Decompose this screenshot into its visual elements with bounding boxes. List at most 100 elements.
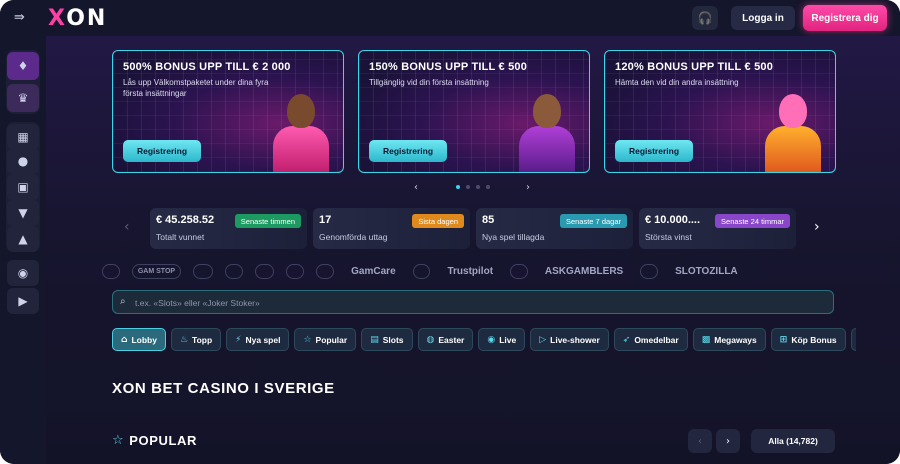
cart-icon[interactable]: ▼ [7,200,39,226]
tab-label: Nya spel [245,334,281,345]
tournament-icon[interactable]: ▲ [7,226,39,252]
promo-banner-2[interactable]: 150% BONUS UPP TILL € 500 Tillgänglig vi… [358,50,590,173]
megaways-icon: ▩ [701,334,711,345]
category-tabs: ⌂ Lobby ♨ Topp ⚡ Nya spel ☆ Popular ▤ Slots ◍… [112,328,856,352]
partner-badge [640,263,659,279]
stat-label: Nya spel tillagda [482,232,545,242]
stat-badge: Senaste timmen [234,214,301,228]
carousel-dot[interactable] [466,185,470,189]
tab-omedelbar[interactable]: ➶ Omedelbar [613,328,688,351]
star-icon: ☆ [303,334,312,345]
stat-value: € 45.258.52 [156,214,215,226]
character-image [269,94,333,172]
carousel-dots [456,185,490,189]
view-all-button[interactable]: Alla (14,782) [751,429,835,453]
banner-desc: Tillgänglig vid din första insättning [369,78,489,87]
google-play-icon[interactable]: ▶ [7,288,39,314]
main-content: 500% BONUS UPP TILL € 2 000 Lås upp Välk… [46,36,900,464]
register-button[interactable]: Registrera dig [803,5,887,31]
banner-register-button[interactable]: Registrering [615,140,693,162]
apple-icon[interactable]: ◉ [7,260,39,286]
tab-label: Topp [192,334,213,345]
section-next-button[interactable]: › [716,429,740,453]
headset-icon: 🎧 [697,11,713,25]
stat-label: Största vinst [645,232,692,242]
partner-badge [224,263,243,279]
partner-gamstop: GAM STOP [131,263,182,279]
promo-banner-1[interactable]: 500% BONUS UPP TILL € 2 000 Lås upp Välk… [112,50,344,173]
stat-badge: Senaste 24 timmar [715,214,790,228]
partner-badge [102,263,120,279]
fire-icon: ♨ [179,334,189,345]
character-image [515,94,579,172]
banner-register-button[interactable]: Registrering [123,140,201,162]
tab-slots[interactable]: ▤ Slots [361,328,413,351]
stat-label: Totalt vunnet [156,232,205,242]
app-frame: ⇛ XON 🎧 Logga in Registrera dig ♦ ♛ ▦ ● … [0,0,900,464]
section-prev-button[interactable]: ‹ [688,429,712,453]
tab-label: Popular [315,334,348,345]
carousel-next-icon[interactable]: › [526,182,530,193]
gift-icon[interactable]: ▣ [7,174,39,200]
home-icon: ⌂ [121,334,128,345]
login-button[interactable]: Logga in [731,6,795,30]
stats-next-icon[interactable]: › [814,219,820,235]
slots-icon: ▤ [370,334,379,345]
search-bar: ⌕ [112,290,834,314]
tab-kop-bonus[interactable]: ⊞ Köp Bonus [770,328,846,351]
tab-label: Köp Bonus [791,334,837,345]
promo-banner-3[interactable]: 120% BONUS UPP TILL € 500 Hämta den vid … [604,50,836,173]
stat-badge: Sista dagen [412,214,464,228]
banner-register-button[interactable]: Registrering [369,140,447,162]
bonus-icon[interactable]: ♦ [7,52,39,80]
stat-label: Genomförda uttag [319,232,388,242]
partner-badge [316,263,335,279]
egg-icon: ◍ [426,334,435,345]
section-title-popular: ☆ POPULAR [112,433,197,448]
character-image [761,94,825,172]
tab-nya-spel[interactable]: ⚡ Nya spel [226,328,290,351]
live-icon: ◉ [487,334,496,345]
carousel-dot[interactable] [486,185,490,189]
xon-logo[interactable]: XON [48,6,107,31]
tab-more[interactable]: ▢ [850,328,856,351]
tab-label: Lobby [131,334,157,345]
search-input[interactable] [135,295,815,310]
partner-badge [412,263,431,279]
chevron-right-icon: › [726,435,730,447]
banner-desc: Hämta den vid din andra insättning [615,78,739,87]
partner-badge [254,263,275,279]
chevron-left-icon: ‹ [698,435,702,447]
partner-askgamblers: ASKGAMBLERS [544,265,624,277]
vip-icon[interactable]: ♛ [7,84,39,112]
banner-desc: Lås upp Välkomstpaketet under dina fyra … [123,78,269,98]
carousel-dot[interactable] [456,185,460,189]
sports-ball-icon[interactable]: ● [7,148,39,174]
tab-label: Megaways [714,334,757,345]
partner-slotozilla: SLOTOZILLA [675,265,738,277]
support-button[interactable]: 🎧 [692,6,718,30]
slots-machine-icon[interactable]: ▦ [7,124,39,150]
tab-live[interactable]: ◉ Live [478,328,526,351]
tab-label: Omedelbar [634,334,679,345]
banner-title: 150% BONUS UPP TILL € 500 [369,61,528,73]
partner-gamcare: GamCare [351,265,396,277]
tab-label: Live-shower [550,334,600,345]
section-title: POPULAR [129,433,198,448]
page-heading: XON BET CASINO I SVERIGE [112,380,335,397]
carousel-prev-icon[interactable]: ‹ [414,182,418,193]
tab-megaways[interactable]: ▩ Megaways [692,328,766,351]
tab-popular[interactable]: ☆ Popular [294,328,357,351]
banner-title: 500% BONUS UPP TILL € 2 000 [123,61,291,73]
tab-easter[interactable]: ◍ Easter [417,328,474,351]
expand-sidebar-icon[interactable]: ⇛ [14,10,30,26]
stat-card: € 10.000.... Största vinst Senaste 24 ti… [639,208,796,249]
stats-prev-icon[interactable]: ‹ [124,219,130,235]
tab-live-shower[interactable]: ▷ Live-shower [530,328,609,351]
carousel-dot[interactable] [476,185,480,189]
tab-topp[interactable]: ♨ Topp [170,328,222,351]
play-icon: ▷ [539,334,547,345]
tab-label: Slots [382,334,404,345]
tab-label: Live [499,334,517,345]
tab-lobby[interactable]: ⌂ Lobby [112,328,166,351]
